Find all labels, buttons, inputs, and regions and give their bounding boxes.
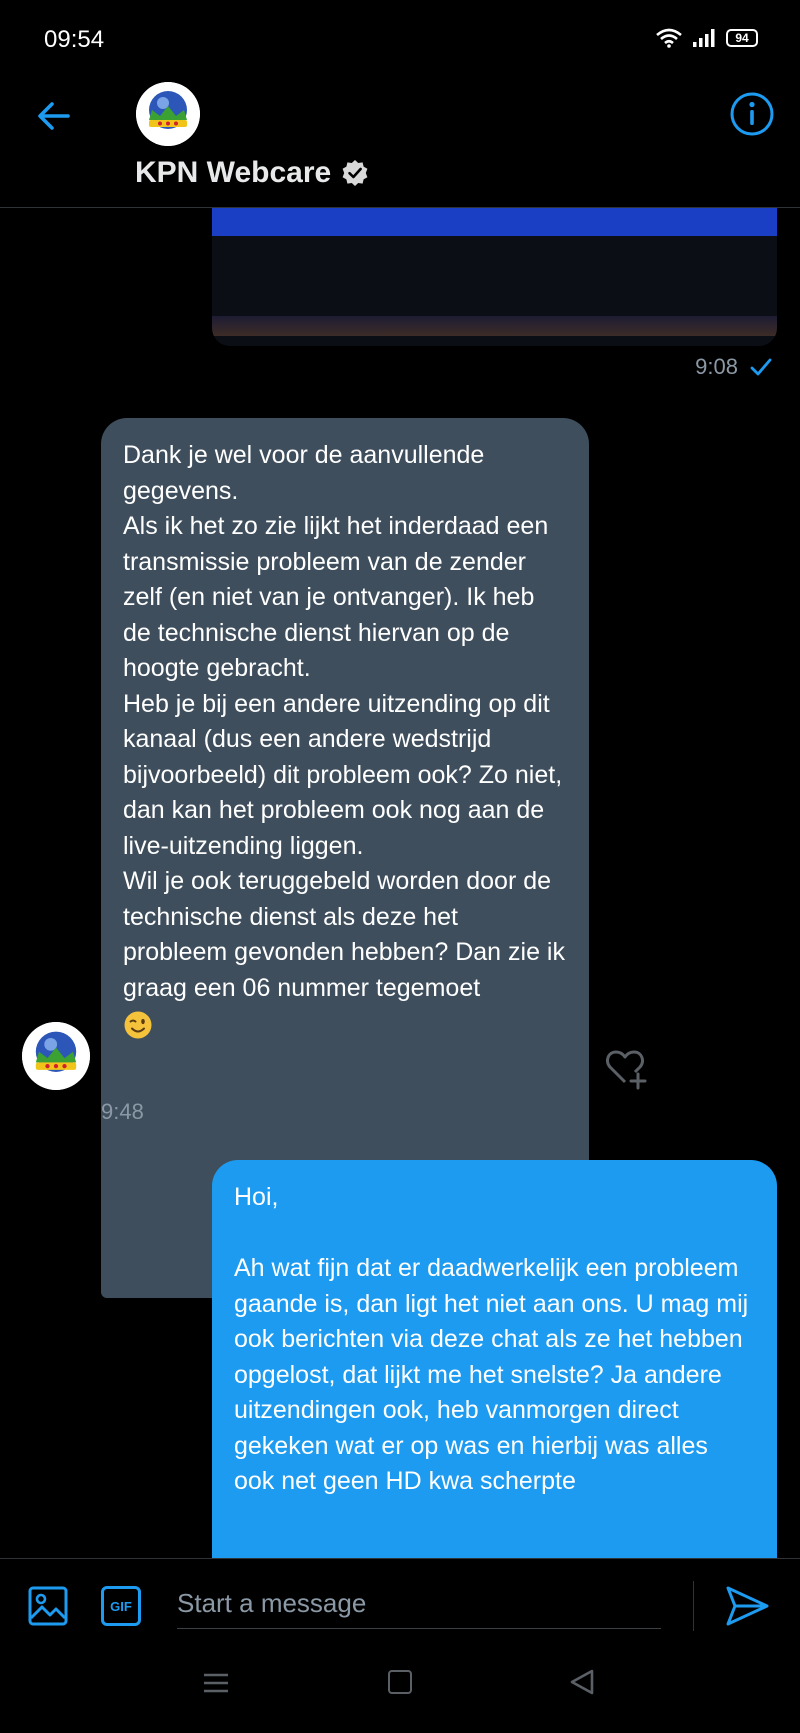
message-composer: GIF <box>0 1558 800 1650</box>
verified-badge-icon <box>342 160 368 186</box>
media-attachment[interactable] <box>212 208 777 346</box>
system-nav-bar <box>0 1650 800 1733</box>
signal-icon <box>693 29 715 47</box>
wifi-icon <box>656 28 682 48</box>
message-time: 9:08 <box>695 354 738 379</box>
header-title[interactable]: KPN Webcare <box>135 156 369 190</box>
message-text: Dank je wel voor de aanvullende gegevens… <box>123 441 565 1002</box>
back-triangle-icon[interactable] <box>568 1668 596 1696</box>
media-glow <box>212 316 777 336</box>
avatar[interactable] <box>136 82 200 146</box>
message-meta: 9:08 <box>695 354 772 380</box>
message-list[interactable]: 9:08 Dank je wel voor de aanvullende geg… <box>0 208 800 1558</box>
status-bar: 09:54 94 <box>0 0 800 80</box>
media-banner <box>212 208 777 236</box>
message-input[interactable] <box>177 1579 661 1629</box>
battery-icon: 94 <box>726 29 758 47</box>
gif-button[interactable]: GIF <box>101 1586 141 1626</box>
status-icons: 94 <box>656 28 758 48</box>
outgoing-message[interactable]: Hoi, Ah wat fijn dat er daadwerkelijk ee… <box>212 1160 777 1558</box>
info-icon[interactable] <box>728 90 776 138</box>
home-icon[interactable] <box>388 1670 412 1694</box>
menu-icon[interactable] <box>203 1672 229 1694</box>
arrow-left-icon[interactable] <box>32 94 76 138</box>
message-time: 9:48 <box>101 1099 144 1124</box>
send-icon[interactable] <box>724 1583 770 1629</box>
winking-face-icon <box>124 1011 152 1039</box>
sender-avatar[interactable] <box>22 1022 90 1090</box>
image-icon[interactable] <box>27 1585 69 1627</box>
kpn-logo-icon <box>22 1022 90 1090</box>
composer-divider <box>693 1581 694 1631</box>
checkmark-icon <box>750 358 772 376</box>
message-text: Hoi, Ah wat fijn dat er daadwerkelijk ee… <box>234 1183 749 1495</box>
contact-name: KPN Webcare <box>135 156 332 189</box>
heart-plus-icon[interactable] <box>604 1044 650 1090</box>
conversation-header: KPN Webcare <box>0 80 800 208</box>
status-time: 09:54 <box>44 26 105 53</box>
kpn-logo-icon <box>136 82 200 146</box>
